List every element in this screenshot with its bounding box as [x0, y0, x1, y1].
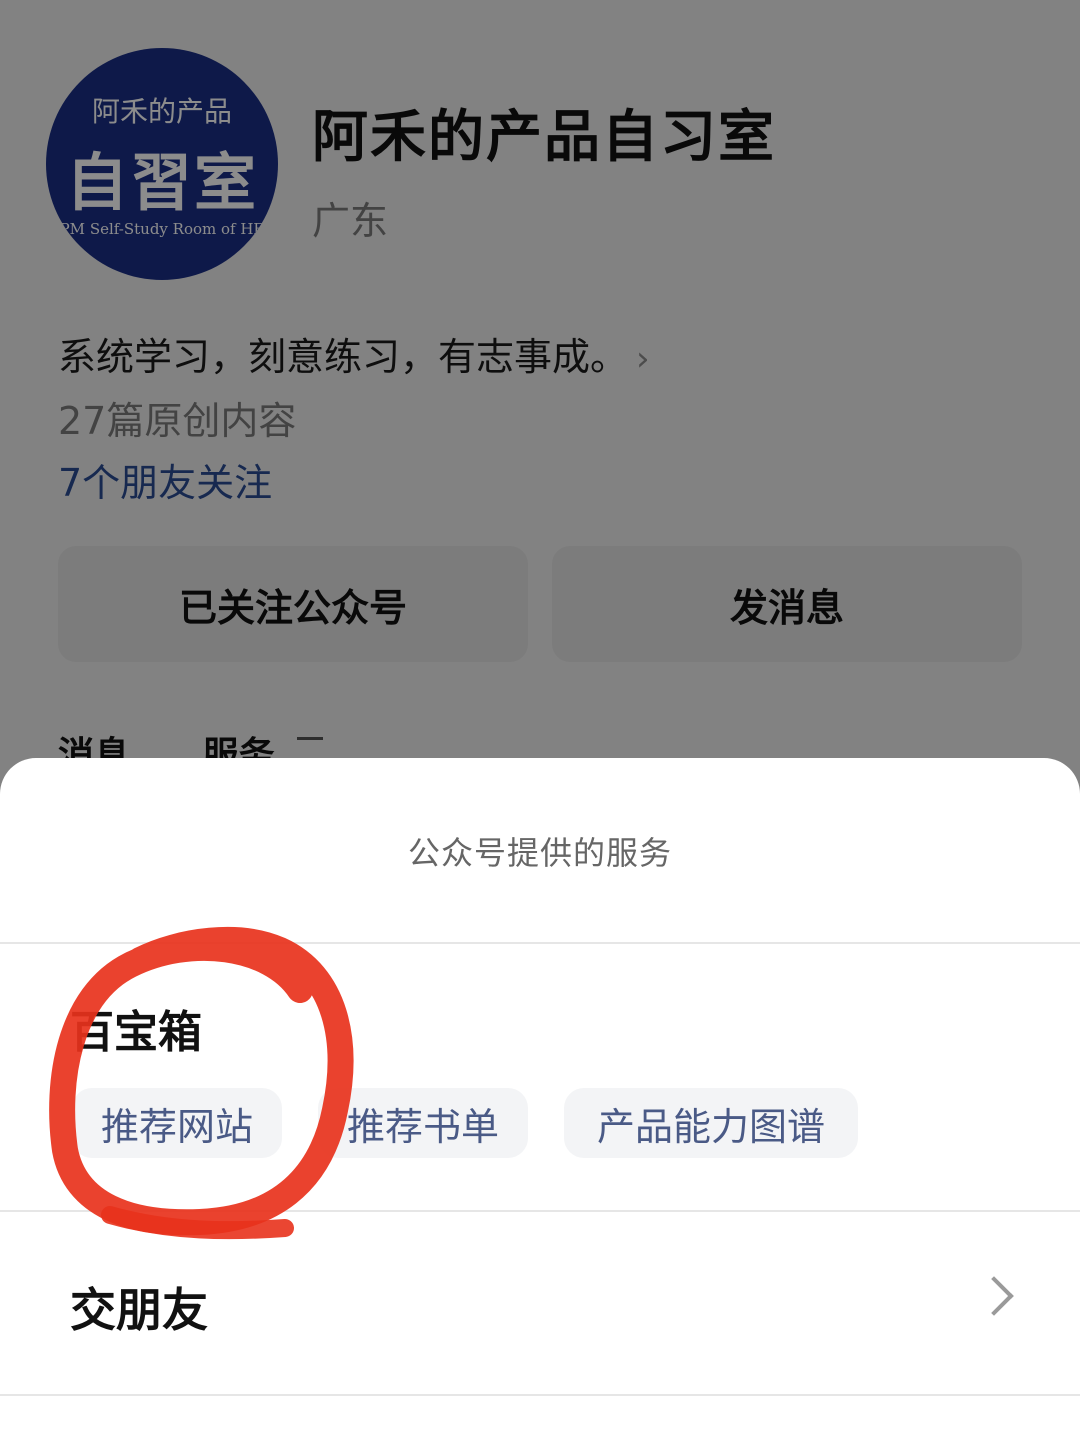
divider — [0, 942, 1080, 944]
chip-product-skill-map[interactable]: 产品能力图谱 — [564, 1088, 858, 1158]
make-friends-row[interactable]: 交朋友 — [0, 1212, 1080, 1392]
chevron-right-icon — [974, 1276, 1014, 1316]
make-friends-label: 交朋友 — [70, 1283, 208, 1337]
divider — [0, 1394, 1080, 1396]
sheet-title: 公众号提供的服务 — [407, 834, 672, 872]
chip-recommended-books[interactable]: 推荐书单 — [318, 1088, 528, 1158]
toolbox-title: 百宝箱 — [70, 1007, 202, 1058]
services-bottom-sheet: 公众号提供的服务 百宝箱 推荐网站 推荐书单 产品能力图谱 交朋友 — [0, 758, 1080, 1440]
chip-recommended-websites[interactable]: 推荐网站 — [72, 1088, 282, 1158]
